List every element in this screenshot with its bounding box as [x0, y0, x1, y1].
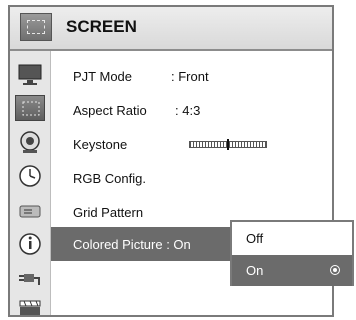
option-off[interactable]: Off — [232, 223, 352, 254]
menu-row-keystone[interactable]: Keystone — [51, 127, 332, 161]
aspect-ratio-value: : 4:3 — [175, 103, 201, 118]
category-rail — [10, 51, 51, 315]
menu-header: SCREEN — [10, 7, 332, 51]
radio-selected-icon — [330, 265, 340, 275]
plug-icon[interactable] — [15, 265, 45, 291]
menu-row-pjt-mode[interactable]: PJT Mode : Front — [51, 59, 332, 93]
keystone-slider-thumb[interactable] — [227, 139, 229, 150]
pjt-mode-value: : Front — [171, 69, 209, 84]
option-off-label: Off — [246, 231, 264, 246]
colored-picture-label: Colored Picture : On — [73, 237, 191, 252]
keystone-slider[interactable] — [189, 139, 267, 150]
menu-title: SCREEN — [66, 17, 137, 36]
screen-grid-icon — [20, 13, 52, 41]
keystone-label: Keystone — [73, 137, 128, 152]
camera-lens-icon[interactable] — [15, 129, 45, 155]
menu-row-rgb-config[interactable]: RGB Config. — [51, 161, 332, 195]
option-on-label: On — [246, 263, 264, 278]
monitor-icon[interactable] — [15, 61, 45, 87]
option-on[interactable]: On — [232, 255, 352, 286]
rgb-config-label: RGB Config. — [73, 171, 146, 186]
pjt-mode-label: PJT Mode — [73, 69, 133, 84]
info-icon[interactable] — [15, 231, 45, 257]
screen-grid-icon[interactable] — [15, 95, 45, 121]
clapperboard-icon[interactable] — [15, 297, 45, 315]
menu-row-aspect-ratio[interactable]: Aspect Ratio : 4:3 — [51, 93, 332, 127]
projector-icon[interactable] — [15, 197, 45, 223]
grid-pattern-label: Grid Pattern — [73, 205, 144, 220]
aspect-ratio-label: Aspect Ratio — [73, 103, 147, 118]
colored-picture-popup: Off On — [230, 220, 354, 286]
clock-icon[interactable] — [15, 163, 45, 189]
